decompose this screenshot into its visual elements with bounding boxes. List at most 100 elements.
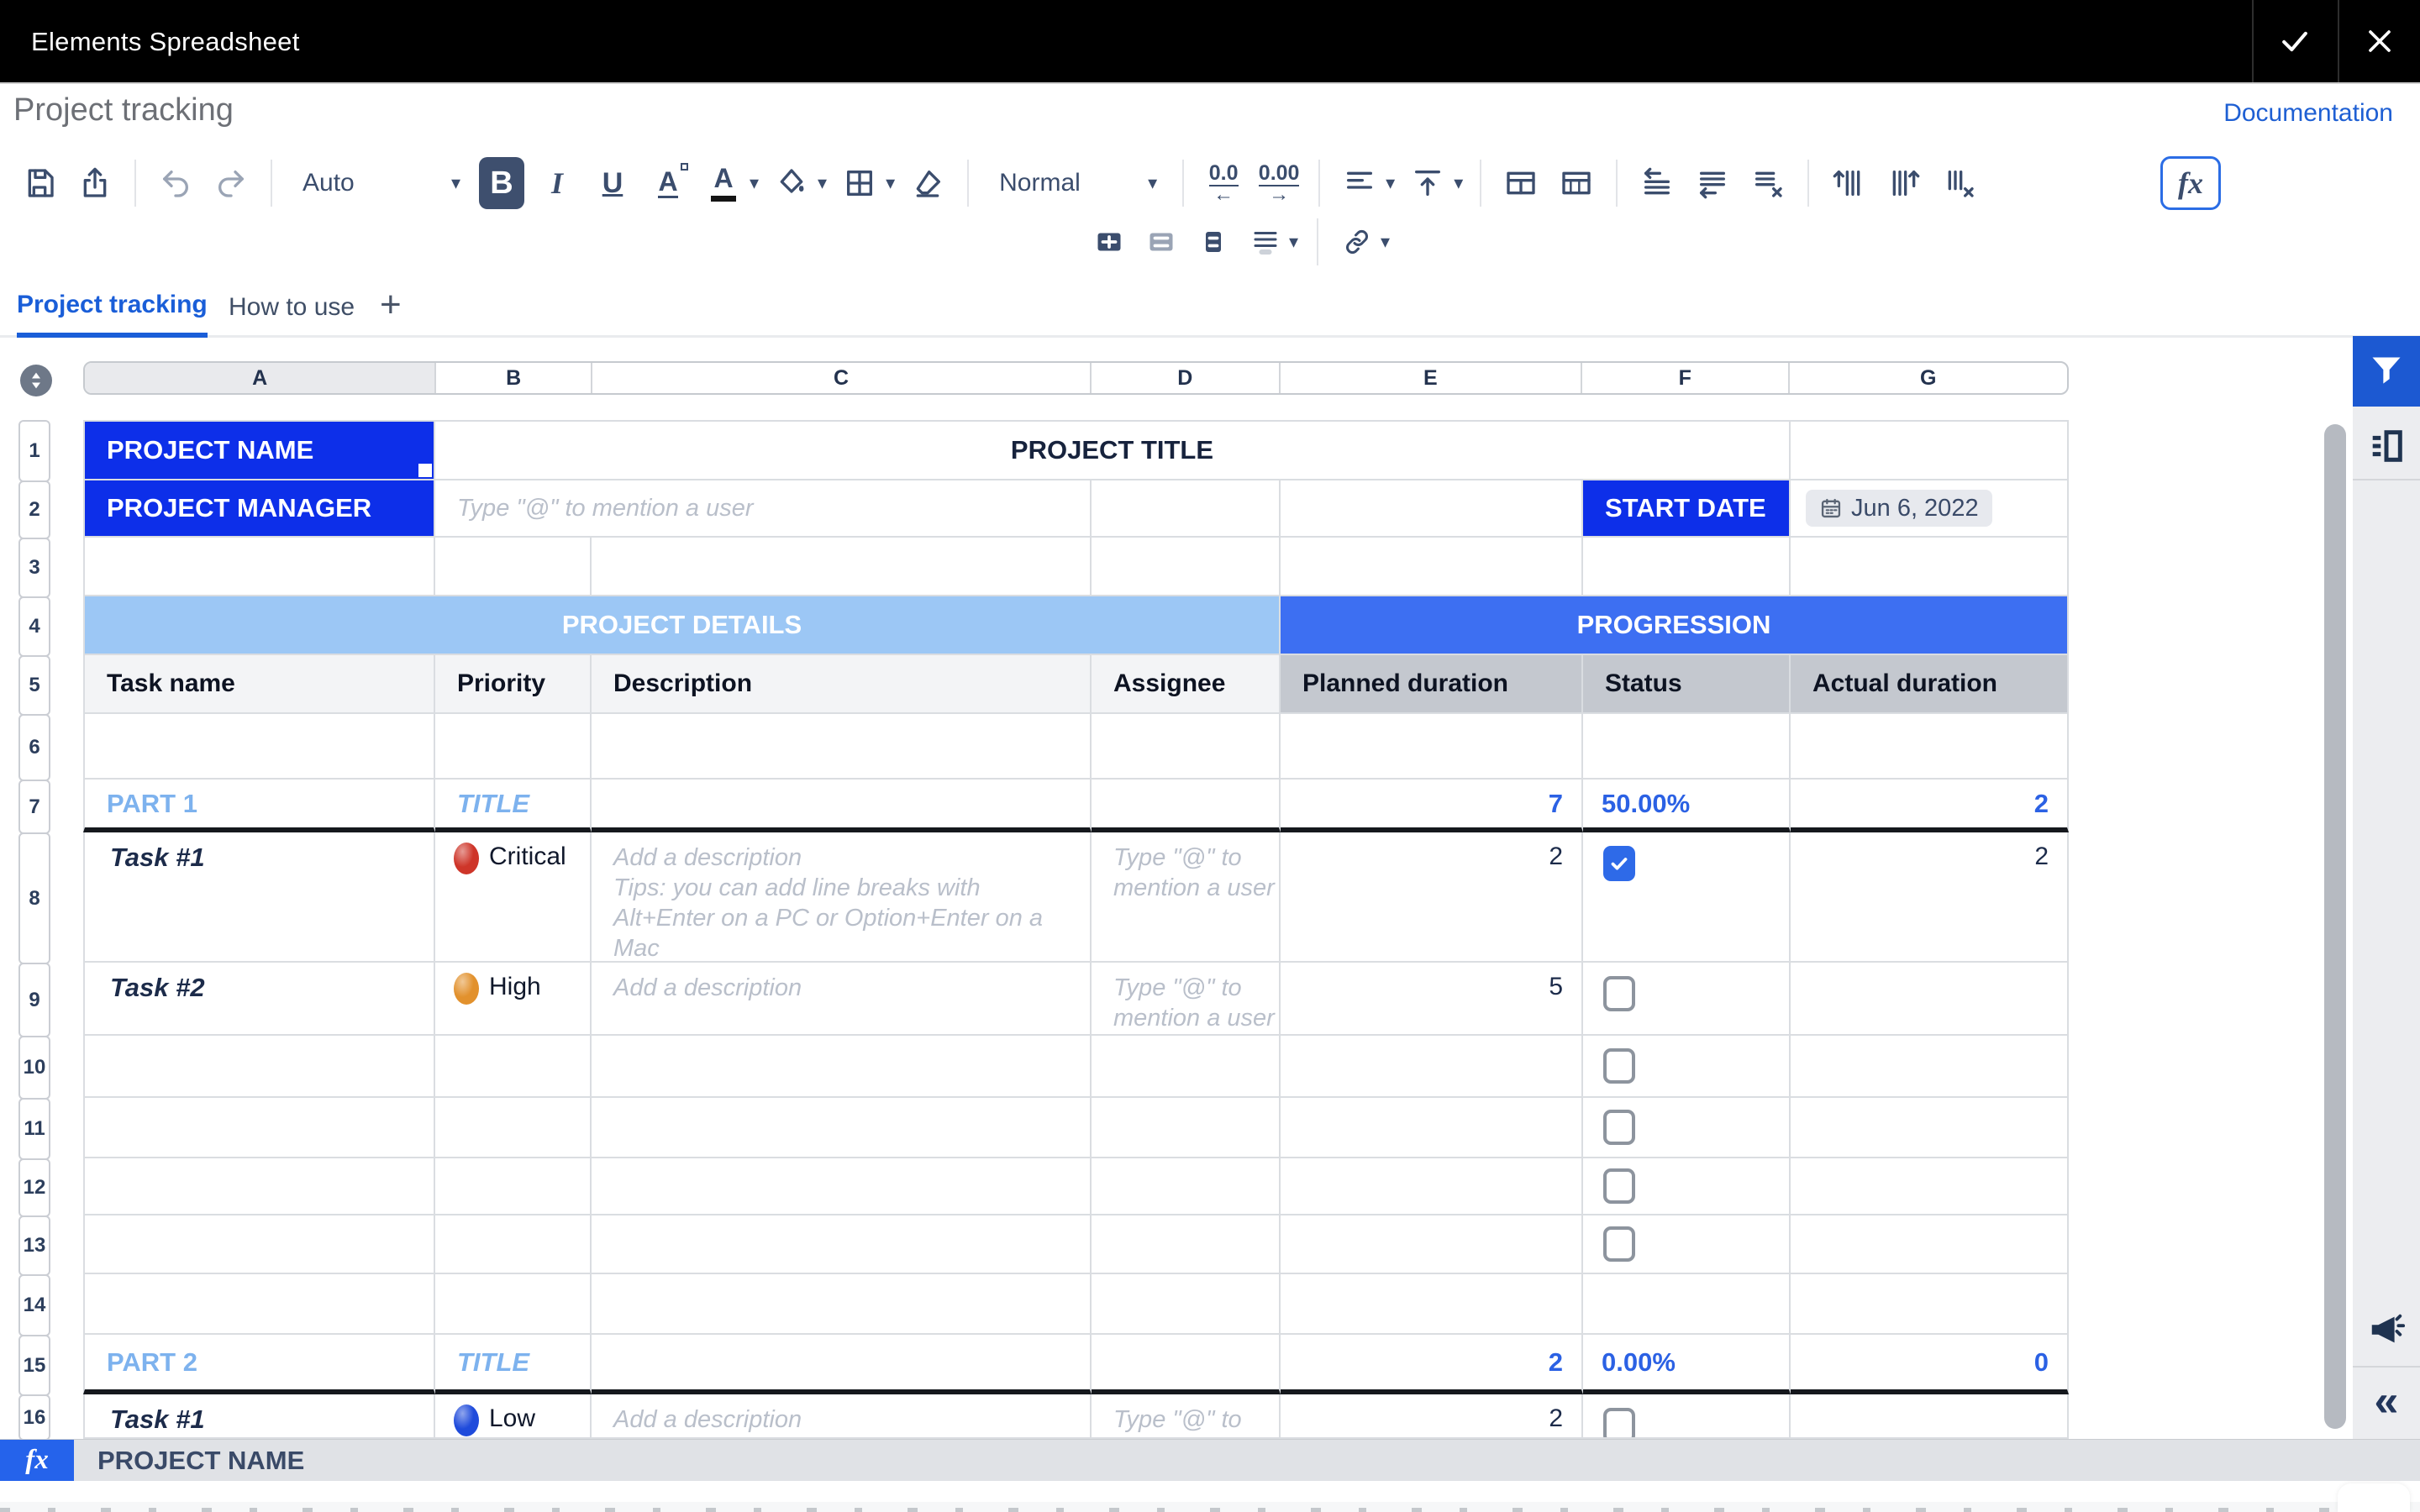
cell-G9[interactable] xyxy=(1791,963,2069,1036)
cell-D6[interactable] xyxy=(1092,714,1281,780)
cell-C13[interactable] xyxy=(592,1215,1092,1274)
chevron-down-icon[interactable]: ▾ xyxy=(1381,233,1390,251)
row-header-1[interactable]: 1 xyxy=(18,420,50,482)
cell-D16[interactable]: Type "@" tomention a user xyxy=(1092,1394,1281,1439)
cell-G11[interactable] xyxy=(1791,1098,2069,1158)
horizontal-align-button[interactable]: ▾ xyxy=(1337,157,1395,209)
checkbox-unchecked[interactable] xyxy=(1603,1226,1635,1262)
vertical-align-button-icon[interactable] xyxy=(1405,157,1450,209)
link-button[interactable]: ▾ xyxy=(1337,221,1390,263)
row-header-9[interactable]: 9 xyxy=(18,963,50,1037)
insert-col-left-button[interactable] xyxy=(1826,157,1871,209)
chevron-down-icon[interactable]: ▾ xyxy=(1454,174,1463,192)
cell-G2[interactable]: Jun 6, 2022 xyxy=(1791,480,2069,538)
documentation-link[interactable]: Documentation xyxy=(2223,99,2393,128)
delete-col-button[interactable] xyxy=(1937,157,1982,209)
cell-G14[interactable] xyxy=(1791,1274,2069,1335)
row-header-16[interactable]: 16 xyxy=(18,1394,50,1439)
cell-A10[interactable] xyxy=(83,1036,435,1098)
cell-C16[interactable]: Add a description xyxy=(592,1394,1092,1439)
cell-B13[interactable] xyxy=(435,1215,592,1274)
cell-D15[interactable] xyxy=(1092,1335,1281,1394)
cell-B16[interactable]: Low xyxy=(435,1394,592,1439)
table-grid-button[interactable] xyxy=(1554,157,1599,209)
checkbox-unchecked[interactable] xyxy=(1603,1048,1635,1084)
cell-B9[interactable]: High xyxy=(435,963,592,1036)
cell-G1[interactable] xyxy=(1791,420,2069,480)
cell-D9[interactable]: Type "@" tomention a user xyxy=(1092,963,1281,1036)
scrollbar-thumb[interactable] xyxy=(2324,424,2346,1429)
row-header-14[interactable]: 14 xyxy=(18,1274,50,1336)
cell-D8[interactable]: Type "@" tomention a user xyxy=(1092,832,1281,963)
cell-C7[interactable] xyxy=(592,780,1092,832)
confirm-button[interactable] xyxy=(2254,0,2336,82)
cell-A3[interactable] xyxy=(83,538,435,596)
cell-F11[interactable] xyxy=(1583,1098,1791,1158)
tab-project-tracking[interactable]: Project tracking xyxy=(17,277,208,338)
cell-A9[interactable]: Task #2 xyxy=(83,963,435,1036)
cell-A16[interactable]: Task #1 xyxy=(83,1394,435,1439)
row-header-7[interactable]: 7 xyxy=(18,780,50,834)
cell-D2[interactable] xyxy=(1092,480,1281,538)
cell-E14[interactable] xyxy=(1281,1274,1583,1335)
column-header-C[interactable]: C xyxy=(592,363,1092,393)
cell-A15[interactable]: PART 2 xyxy=(83,1335,435,1394)
cell-A13[interactable] xyxy=(83,1215,435,1274)
cell-B12[interactable] xyxy=(435,1158,592,1215)
cell-F12[interactable] xyxy=(1583,1158,1791,1215)
cell-F6[interactable] xyxy=(1583,714,1791,780)
cell-style-dropdown[interactable]: Normal▾ xyxy=(986,157,1165,209)
cell-F14[interactable] xyxy=(1583,1274,1791,1335)
cell-F13[interactable] xyxy=(1583,1215,1791,1274)
cell-E4[interactable]: PROGRESSION xyxy=(1281,596,2069,655)
row-header-3[interactable]: 3 xyxy=(18,538,50,598)
announcement-button[interactable] xyxy=(2353,1300,2420,1359)
cell-F2[interactable]: START DATE xyxy=(1583,480,1791,538)
cell-A12[interactable] xyxy=(83,1158,435,1215)
cell-G5[interactable]: Actual duration xyxy=(1791,655,2069,714)
cell-G10[interactable] xyxy=(1791,1036,2069,1098)
cell-B14[interactable] xyxy=(435,1274,592,1335)
cell-F3[interactable] xyxy=(1583,538,1791,596)
chevron-down-icon[interactable]: ▾ xyxy=(818,174,827,192)
cell-B3[interactable] xyxy=(435,538,592,596)
insert-col-right-button[interactable] xyxy=(1881,157,1927,209)
cell-C14[interactable] xyxy=(592,1274,1092,1335)
cell-C10[interactable] xyxy=(592,1036,1092,1098)
fill-color-button-icon[interactable] xyxy=(769,157,814,209)
italic-button[interactable]: I xyxy=(534,157,580,209)
cell-G15[interactable]: 0 xyxy=(1791,1335,2069,1394)
cell-E7[interactable]: 7 xyxy=(1281,780,1583,832)
cell-E15[interactable]: 2 xyxy=(1281,1335,1583,1394)
cell-B2[interactable]: Type "@" to mention a user xyxy=(435,480,1092,538)
cell-A11[interactable] xyxy=(83,1098,435,1158)
vertical-scrollbar[interactable] xyxy=(2323,420,2348,1432)
cell-G16[interactable] xyxy=(1791,1394,2069,1439)
cell-F16[interactable] xyxy=(1583,1394,1791,1439)
cell-F7[interactable]: 50.00% xyxy=(1583,780,1791,832)
cell-C6[interactable] xyxy=(592,714,1092,780)
column-header-A[interactable]: A xyxy=(85,363,436,393)
cell-A8[interactable]: Task #1 xyxy=(83,832,435,963)
cell-F8[interactable] xyxy=(1583,832,1791,963)
cell-B1[interactable]: PROJECT TITLE xyxy=(435,420,1791,480)
insert-row-above-button[interactable] xyxy=(1634,157,1680,209)
link-button-icon[interactable] xyxy=(1337,221,1377,263)
bold-button[interactable]: B xyxy=(479,157,524,209)
row-header-4[interactable]: 4 xyxy=(18,596,50,657)
cell-B5[interactable]: Priority xyxy=(435,655,592,714)
formula-button[interactable]: fx xyxy=(2160,156,2221,210)
checkbox-unchecked[interactable] xyxy=(1603,1110,1635,1145)
decrease-decimal-button[interactable]: 0.0← xyxy=(1201,157,1246,209)
cell-G8[interactable]: 2 xyxy=(1791,832,2069,963)
row-header-10[interactable]: 10 xyxy=(18,1036,50,1100)
cell-E10[interactable] xyxy=(1281,1036,1583,1098)
cell-D14[interactable] xyxy=(1092,1274,1281,1335)
row-header-12[interactable]: 12 xyxy=(18,1158,50,1217)
cell-E8[interactable]: 2 xyxy=(1281,832,1583,963)
horizontal-align-button-icon[interactable] xyxy=(1337,157,1382,209)
cell-F9[interactable] xyxy=(1583,963,1791,1036)
cell-C5[interactable]: Description xyxy=(592,655,1092,714)
cell-C12[interactable] xyxy=(592,1158,1092,1215)
superscript-button[interactable]: A xyxy=(645,157,691,209)
